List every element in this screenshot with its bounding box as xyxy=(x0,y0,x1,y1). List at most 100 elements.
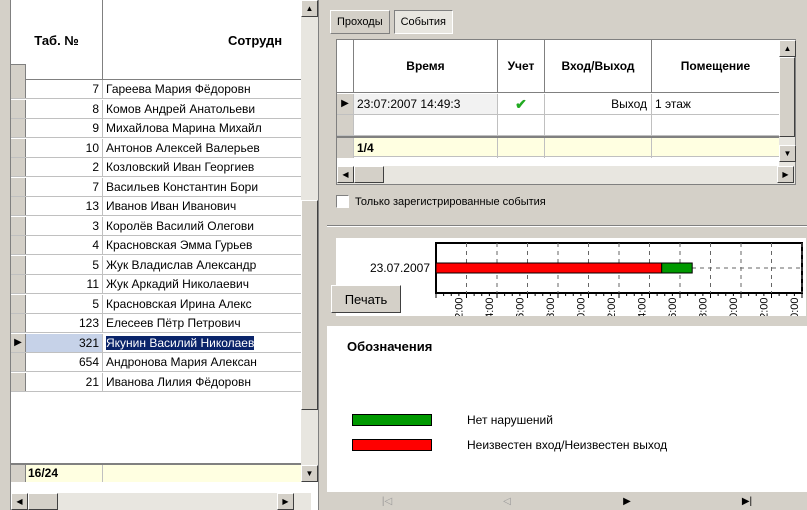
cell-tab: 8 xyxy=(26,99,103,118)
only-registered-checkbox[interactable] xyxy=(336,195,349,208)
scroll-left-icon[interactable]: ◀ xyxy=(11,493,28,510)
cell-name-text: Гареева Мария Фёдоровн xyxy=(106,82,251,96)
tick-label: 02:00 xyxy=(454,297,466,316)
cell-name-text: Елесеев Пётр Петрович xyxy=(106,316,241,330)
cell-name-text: Иванова Лилия Фёдоровн xyxy=(106,374,252,389)
table-row[interactable]: ▶ 321 Якунин Василий Николаев xyxy=(11,333,311,353)
cell-tab: 123 xyxy=(26,314,103,332)
cell-tab: 654 xyxy=(26,353,103,371)
scroll-thumb[interactable] xyxy=(301,200,318,410)
table-row[interactable]: 10 Антонов Алексей Валерьев xyxy=(11,138,311,158)
legend-panel: Обозначения Нет нарушений Неизвестен вхо… xyxy=(327,326,807,492)
cell-name: Козловский Иван Георгиев xyxy=(103,158,311,176)
table-row[interactable]: 7 Васильев Константин Бори xyxy=(11,177,311,197)
employees-hscroll[interactable]: ◀ ▶ xyxy=(11,493,311,510)
cell-tab: 21 xyxy=(26,372,103,391)
cell-tab: 5 xyxy=(26,255,103,274)
col-header-time[interactable]: Время xyxy=(354,40,498,93)
table-row[interactable]: 7 Гареева Мария Фёдоровн xyxy=(11,80,311,99)
nav-prev-icon[interactable]: ◁ xyxy=(447,496,567,507)
nav-first-icon[interactable]: |◁ xyxy=(327,496,447,507)
events-indicator-header xyxy=(337,40,354,93)
events-count: 1/4 xyxy=(354,138,498,158)
cell-name: Королёв Василий Олегови xyxy=(103,217,311,235)
table-row[interactable]: 8 Комов Андрей Анатольеви xyxy=(11,99,311,119)
cell-name-text: Васильев Константин Бори xyxy=(106,179,259,194)
cell-tab: 7 xyxy=(26,177,103,196)
nav-last-icon[interactable]: ▶| xyxy=(687,496,807,507)
table-row[interactable]: 3 Королёв Василий Олегови xyxy=(11,216,311,236)
cell-name: Красновская Ирина Алекс xyxy=(103,295,311,313)
col-header-name[interactable]: Сотрудн xyxy=(103,0,311,80)
cell-tab: 5 xyxy=(26,294,103,313)
events-hscroll-thumb[interactable] xyxy=(354,166,384,183)
legend-swatch-red xyxy=(352,439,432,451)
table-row[interactable]: 9 Михайлова Марина Михайл xyxy=(11,119,311,138)
events-vscroll[interactable]: ▲ ▼ xyxy=(779,40,796,166)
print-button[interactable]: Печать xyxy=(331,285,401,313)
table-row[interactable]: 5 Жук Владислав Александр xyxy=(11,255,311,275)
employees-grid[interactable]: Таб. № Сотрудн 7 Гареева Мария Фёдоровн 8 К… xyxy=(10,0,319,510)
tab-sobytiya[interactable]: События xyxy=(393,10,454,34)
scroll-down-icon[interactable]: ▼ xyxy=(779,145,796,162)
events-hscroll[interactable]: ◀ ▶ xyxy=(337,166,795,184)
cell-tab: 4 xyxy=(26,236,103,254)
scroll-right-icon[interactable]: ▶ xyxy=(277,493,294,510)
scroll-up-icon[interactable]: ▲ xyxy=(779,40,796,57)
row-indicator xyxy=(11,138,26,157)
cell-name: Гареева Мария Фёдоровн xyxy=(103,80,311,98)
employees-footer: 16/24 xyxy=(11,463,311,482)
table-row[interactable]: 13 Иванов Иван Иванович xyxy=(11,197,311,216)
cell-tab: 321 xyxy=(26,333,103,352)
tab-prohody[interactable]: Проходы xyxy=(330,10,390,34)
scroll-right-icon[interactable]: ▶ xyxy=(777,166,794,183)
timeline-segment xyxy=(661,262,693,274)
nav-next-icon[interactable]: ▶ xyxy=(567,496,687,507)
events-grid[interactable]: Время Учет Вход/Выход Помещение ▶ 23:07:… xyxy=(336,39,796,185)
row-indicator: ▶ xyxy=(11,333,26,352)
scroll-left-icon[interactable]: ◀ xyxy=(337,166,354,183)
cell-tab: 7 xyxy=(26,80,103,98)
cell-name-text: Королёв Василий Олегови xyxy=(106,218,254,233)
cell-name: Жук Аркадий Николаевич xyxy=(103,275,311,293)
cell-name: Елесеев Пётр Петрович xyxy=(103,314,311,332)
row-indicator xyxy=(11,80,26,98)
row-indicator xyxy=(11,197,26,215)
legend-swatch-green xyxy=(352,414,432,426)
event-row[interactable]: ▶ 23:07:2007 14:49:3 ✔ Выход 1 этаж xyxy=(337,94,780,115)
row-indicator xyxy=(11,275,26,293)
employees-vscroll[interactable]: ▲ ▼ xyxy=(301,0,318,482)
employees-grid-header: Таб. № Сотрудн xyxy=(11,0,311,80)
cell-name-text: Иванов Иван Иванович xyxy=(106,199,237,213)
table-row[interactable]: 5 Красновская Ирина Алекс xyxy=(11,294,311,314)
cell-name-text: Михайлова Марина Михайл xyxy=(106,121,262,135)
cell-name-text: Антонов Алексей Валерьев xyxy=(106,140,260,155)
scroll-down-icon[interactable]: ▼ xyxy=(301,465,318,482)
table-row[interactable]: 21 Иванова Лилия Фёдоровн xyxy=(11,372,311,392)
scroll-up-icon[interactable]: ▲ xyxy=(301,0,318,17)
table-row[interactable]: 123 Елесеев Пётр Петрович xyxy=(11,314,311,333)
events-scroll-thumb[interactable] xyxy=(779,57,795,137)
only-registered-toggle[interactable]: Только зарегистрированные события xyxy=(336,195,546,208)
table-row[interactable]: 4 Красновская Эмма Гурьев xyxy=(11,236,311,255)
tab-bar: Проходы События xyxy=(330,10,454,34)
col-header-direction[interactable]: Вход/Выход xyxy=(545,40,652,93)
table-row[interactable]: 2 Козловский Иван Георгиев xyxy=(11,158,311,177)
row-indicator xyxy=(11,294,26,313)
col-header-room[interactable]: Помещение xyxy=(652,40,780,93)
only-registered-label: Только зарегистрированные события xyxy=(355,195,546,208)
row-indicator xyxy=(11,255,26,274)
cell-name-text: Комов Андрей Анатольеви xyxy=(106,101,256,116)
date-label: 23.07.2007 xyxy=(370,261,430,275)
cell-name-text: Андронова Мария Алексан xyxy=(106,355,257,369)
table-row[interactable]: 11 Жук Аркадий Николаевич xyxy=(11,275,311,294)
col-header-uchet[interactable]: Учет xyxy=(498,40,545,93)
cell-name-text: Якунин Василий Николаев xyxy=(104,334,256,351)
row-indicator xyxy=(11,314,26,332)
tick-label: 10:00 xyxy=(576,297,588,316)
hscroll-thumb[interactable] xyxy=(28,493,58,510)
cell-name: Красновская Эмма Гурьев xyxy=(103,236,311,254)
table-row[interactable]: 654 Андронова Мария Алексан xyxy=(11,353,311,372)
row-indicator xyxy=(11,158,26,176)
tick-label: 14:00 xyxy=(637,297,649,316)
